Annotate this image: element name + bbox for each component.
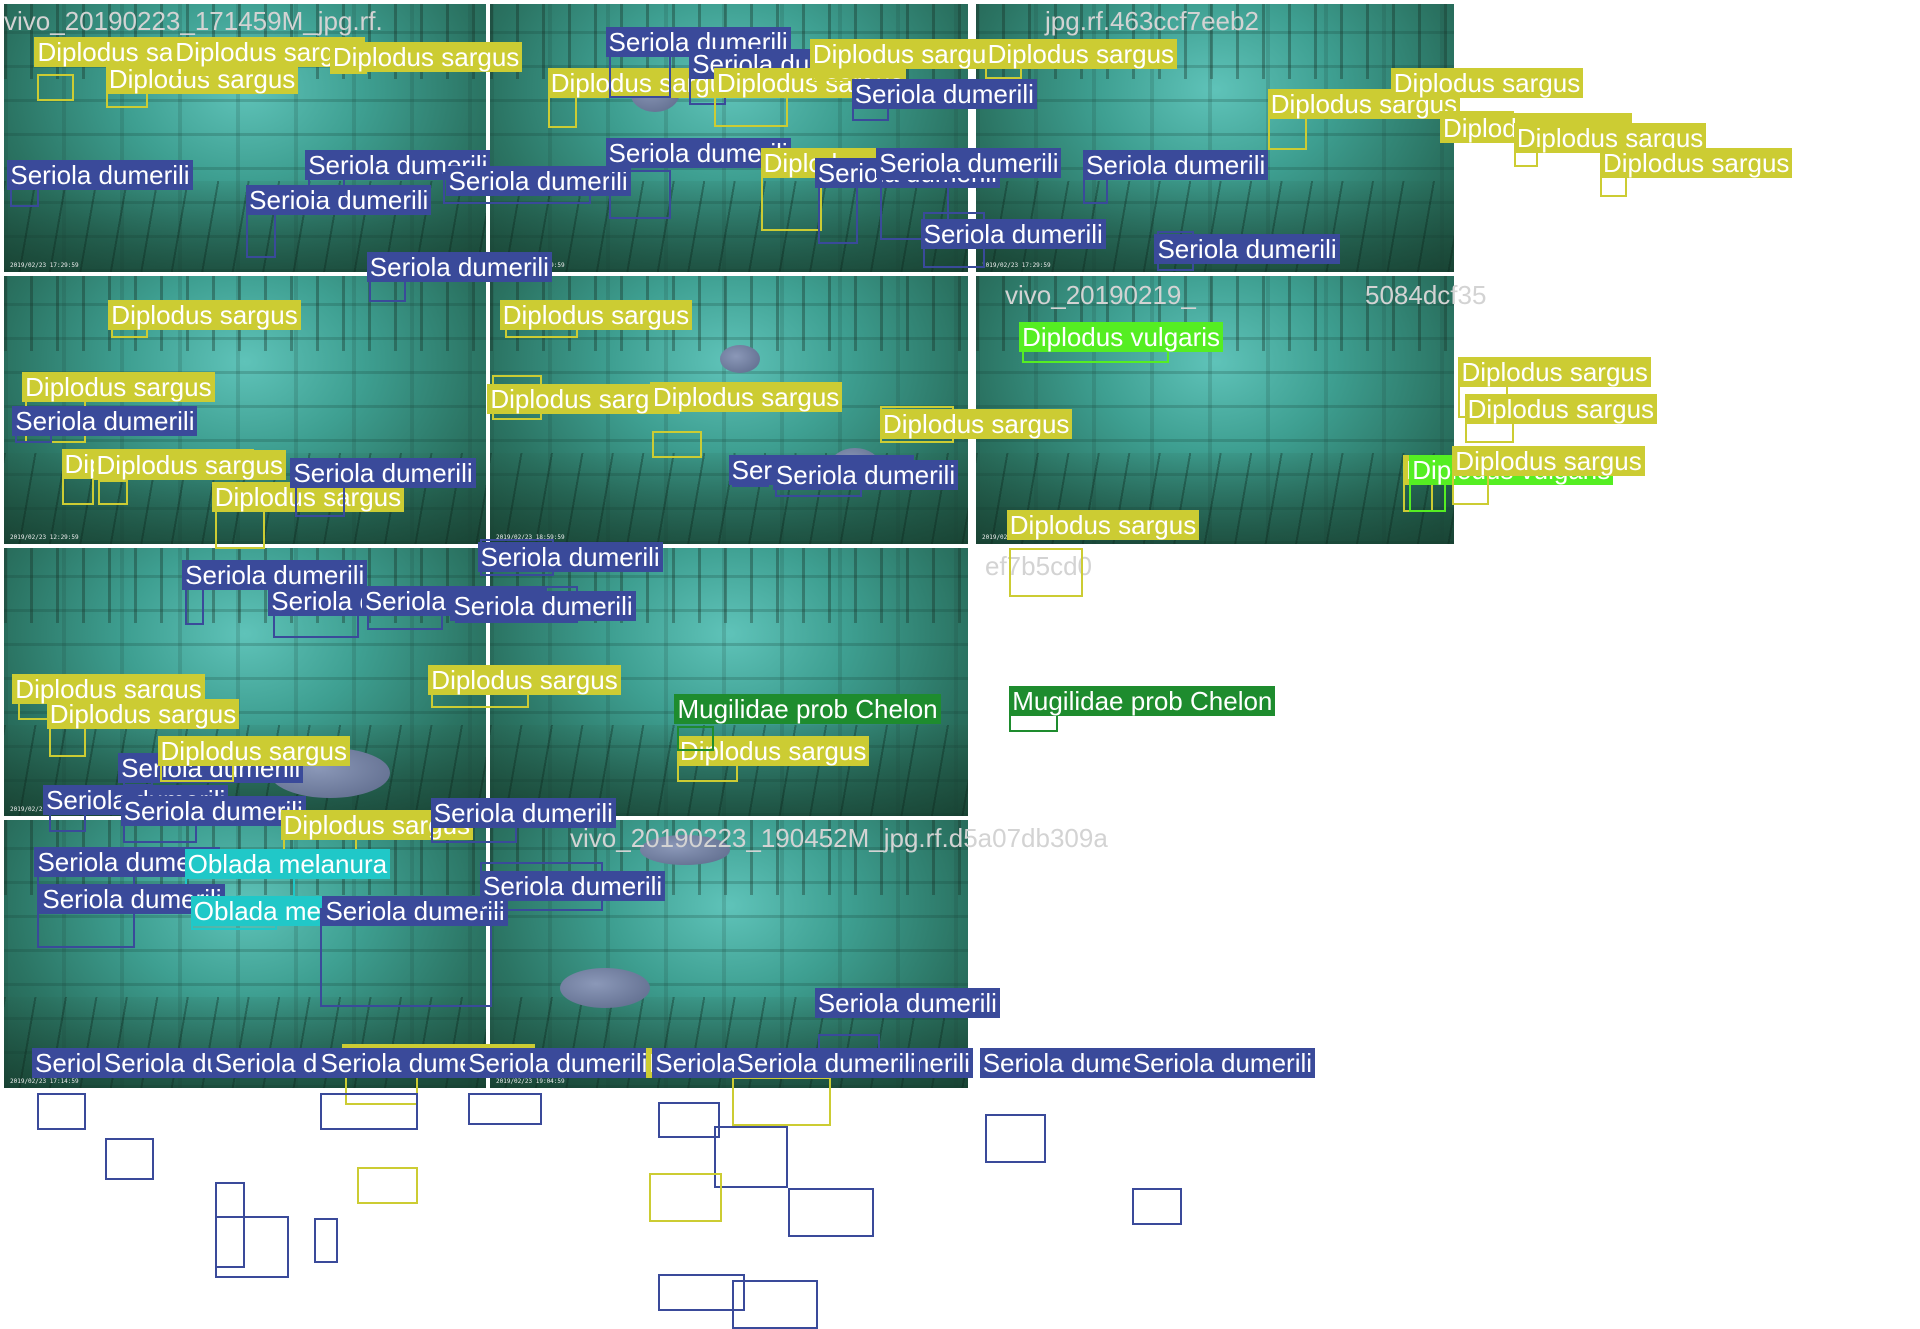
detection-box <box>658 1101 720 1139</box>
detection-label: Diplodus sargus <box>428 664 621 695</box>
detection-label: Seriola dumerili <box>465 1048 651 1078</box>
detection-box <box>732 1280 819 1329</box>
detection-label: Seriola dumerili <box>430 797 616 828</box>
detection-mosaic: 2019/02/23 17:29:59 2019/02/23 17:29:59 20… <box>0 0 1920 1329</box>
detection-box <box>184 588 205 626</box>
detection-label: Diplodus sargus <box>499 300 693 331</box>
detection-label: Diplodus sargus <box>1390 67 1584 98</box>
detection-label: Diplodus sargus <box>329 41 523 72</box>
tile-timestamp: 2019/02/23 17:29:59 <box>982 262 1051 269</box>
detection-label: Diplodus sargus <box>1600 147 1793 178</box>
detection-label: Diplodus sargus <box>1006 509 1200 540</box>
detection-box <box>652 430 702 458</box>
detection-label: Diplodus sargus <box>22 371 215 402</box>
tile-timestamp: 2019/02/23 17:29:59 <box>10 262 79 269</box>
detection-label: Diplodus vulgaris <box>1019 322 1224 353</box>
detection-box <box>713 1126 788 1188</box>
fish-silhouette <box>560 968 650 1008</box>
detection-box <box>984 1113 1047 1164</box>
detection-label: Diplodus sargus <box>880 408 1073 439</box>
filename-overlay: vivo_20190219_ <box>1005 280 1196 310</box>
detection-box <box>732 1076 831 1127</box>
detection-label: Diplodus sargus <box>108 300 301 331</box>
detection-label: Seriola dumerili <box>920 219 1106 250</box>
detection-box <box>648 1172 723 1223</box>
detection-label: Seriola dumerili <box>477 541 663 572</box>
detection-label: Diplodus sargus <box>809 39 1003 70</box>
detection-label: Diplodus sargus <box>1458 356 1651 387</box>
detection-label: Diplodus sargus <box>93 450 286 481</box>
detection-label: Seriola dumerili <box>445 166 631 197</box>
detection-label: Seriola dumerili <box>290 457 476 488</box>
detection-box <box>760 172 823 232</box>
detection-label: Seriola dumerili <box>1083 150 1269 181</box>
detection-label: Diplodus sargus <box>157 736 350 766</box>
detection-label: Oblada melanura <box>184 849 391 880</box>
fish-silhouette <box>720 345 760 373</box>
detection-label: Seriola dumerili <box>814 988 1000 1019</box>
detection-label: Seriola dumerili <box>120 796 306 827</box>
filename-overlay: vivo_20190223_190452M_jpg.rf.d5a07db309a <box>570 823 1108 853</box>
detection-box <box>787 1187 874 1237</box>
detection-label: Seriola dumerili <box>480 871 666 902</box>
detection-box <box>676 726 714 751</box>
detection-label: Diplodus sargus <box>1452 445 1645 476</box>
detection-box <box>313 1218 339 1263</box>
detection-label: Seriola dumerili <box>772 460 959 491</box>
tile-timestamp: 2019/02/23 19:04:59 <box>496 1078 565 1085</box>
detection-box <box>36 73 74 101</box>
filename-overlay: vivo_20190223_171459M_jpg.rf. <box>4 6 383 36</box>
detection-label: Seriola dumerili <box>1154 233 1340 264</box>
detection-box <box>104 1138 154 1181</box>
detection-label: Seriola dumerili <box>1129 1048 1316 1078</box>
detection-box <box>320 1092 419 1130</box>
detection-box <box>467 1092 542 1125</box>
filename-overlay: jpg.rf.463ccf7eeb2 <box>1045 6 1259 36</box>
detection-label: Mugilidae prob Chelon <box>1009 685 1276 716</box>
detection-label: Seriola dumerili <box>851 78 1037 109</box>
tile-timestamp: 2019/02/23 12:29:59 <box>10 534 79 541</box>
detection-box <box>356 1166 419 1204</box>
detection-box <box>609 55 671 99</box>
detection-label: Diplodus sargus <box>1464 393 1658 424</box>
detection-label: Diplodus sargus <box>649 381 843 412</box>
detection-box <box>1009 547 1084 597</box>
detection-label: Seriola dumerili <box>366 252 552 283</box>
detection-label: Seriola dumerili <box>733 1048 919 1078</box>
detection-label: Seriola dumerili <box>12 406 198 437</box>
detection-box <box>818 184 858 244</box>
detection-label: Mugilidae prob Chelon <box>674 694 941 725</box>
detection-label: Seriola dumerili <box>7 160 193 190</box>
detection-label: Diplodus sargus <box>46 699 240 730</box>
detection-box <box>98 480 128 505</box>
detection-label: Diplodus sargus <box>984 39 1178 70</box>
detection-box <box>1132 1187 1182 1225</box>
tile-timestamp: 2019/02/23 17:14:59 <box>10 1078 79 1085</box>
detection-label: Seriola dumerili <box>450 590 636 621</box>
detection-box <box>609 169 671 220</box>
detection-box <box>215 1216 290 1278</box>
detection-box <box>36 1092 87 1130</box>
detection-label: Seriola dumerili <box>876 147 1062 178</box>
filename-overlay: 5084dcf35 <box>1365 280 1487 310</box>
